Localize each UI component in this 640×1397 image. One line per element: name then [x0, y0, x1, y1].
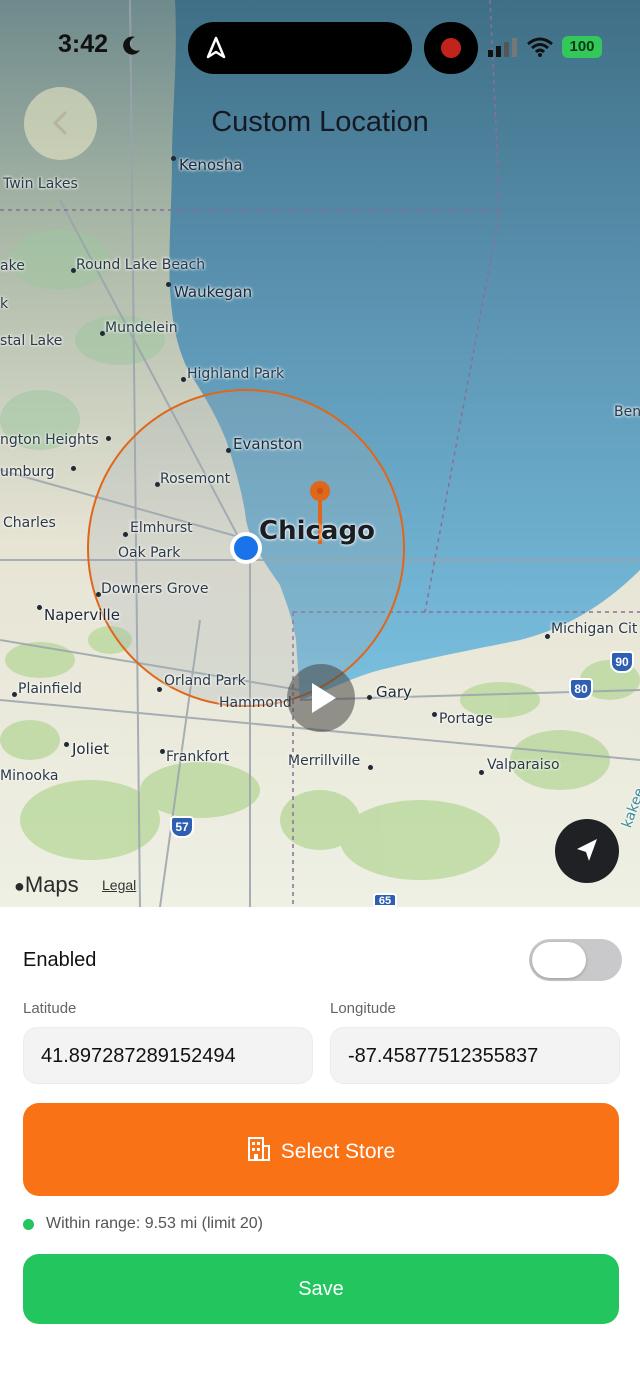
longitude-value: -87.45877512355837: [348, 1045, 539, 1067]
enabled-label: Enabled: [23, 949, 97, 971]
map-label-crystal-lake: stal Lake: [0, 333, 63, 349]
map-label-frankfort: Frankfort: [166, 749, 230, 765]
map-label-valparaiso: Valparaiso: [487, 757, 560, 773]
screen-recording-indicator: [424, 22, 478, 74]
save-button[interactable]: Save: [23, 1254, 619, 1324]
map-label-mundelein: Mundelein: [105, 320, 178, 336]
map-label-rosemont: Rosemont: [160, 471, 231, 487]
map-label-highland-park: Highland Park: [187, 366, 285, 382]
map-label-hammond: Hammond: [219, 695, 292, 711]
city-dot: [106, 436, 111, 441]
highway-shield-57: 57: [170, 816, 194, 838]
legal-link[interactable]: Legal: [102, 877, 136, 893]
map-label-lake: ake: [0, 258, 25, 274]
highway-shield-65: 65: [373, 893, 397, 907]
map-label-evanston: Evanston: [233, 435, 303, 453]
map-label-benton: Ben: [614, 404, 640, 420]
map-label-plainfield: Plainfield: [18, 681, 82, 697]
battery-indicator: 100: [562, 36, 602, 58]
building-icon: [247, 1137, 270, 1161]
range-status-text: Within range: 9.53 mi (limit 20): [46, 1215, 263, 1232]
map-label-k: k: [0, 296, 9, 312]
city-dot: [368, 765, 373, 770]
latitude-label: Latitude: [23, 1000, 77, 1017]
wifi-icon: [527, 37, 553, 57]
maps-logo-text: Maps: [24, 872, 79, 897]
map-label-chicago: Chicago: [259, 516, 375, 546]
city-dot: [166, 282, 171, 287]
city-dot: [226, 448, 231, 453]
latitude-value: 41.897287289152494: [41, 1045, 236, 1067]
map-label-kenosha: Kenosha: [179, 156, 243, 174]
select-store-button[interactable]: Select Store: [23, 1103, 619, 1196]
city-dot: [37, 605, 42, 610]
map-label-michigan-city: Michigan Cit: [551, 621, 638, 637]
city-dot: [12, 692, 17, 697]
city-dot: [160, 749, 165, 754]
navigation-arrow-icon: [577, 839, 597, 861]
city-dot: [171, 156, 176, 161]
cellular-signal-icon: [488, 38, 517, 57]
city-dot: [157, 687, 162, 692]
recording-dot-icon: [441, 38, 461, 58]
map-label-merrillville: Merrillville: [288, 753, 361, 769]
map-label-schaumburg: umburg: [0, 464, 55, 480]
city-dot: [64, 742, 69, 747]
highway-shield-80: 80: [569, 678, 593, 700]
play-button[interactable]: [287, 664, 355, 732]
moon-icon: [123, 36, 140, 55]
map-label-naperville: Naperville: [44, 606, 120, 624]
play-icon: [312, 683, 336, 713]
map-label-gary: Gary: [376, 683, 412, 701]
map-label-oak-park: Oak Park: [118, 545, 181, 561]
latitude-field[interactable]: 41.897287289152494: [23, 1027, 313, 1084]
city-dot: [545, 634, 550, 639]
city-dot: [71, 466, 76, 471]
recenter-location-button[interactable]: [555, 819, 619, 883]
save-label: Save: [298, 1278, 344, 1300]
apple-icon: ●: [14, 876, 25, 896]
page-title: Custom Location: [211, 106, 429, 138]
toggle-knob: [532, 942, 586, 978]
longitude-field[interactable]: -87.45877512355837: [330, 1027, 620, 1084]
map-label-round-lake-beach: Round Lake Beach: [76, 257, 206, 273]
map-label-minooka: Minooka: [0, 768, 59, 784]
map-label-orland-park: Orland Park: [164, 673, 246, 689]
map-label-downers-grove: Downers Grove: [101, 581, 209, 597]
range-status-dot: [23, 1219, 34, 1230]
city-dot: [123, 532, 128, 537]
dynamic-island: [188, 22, 412, 74]
city-dot: [367, 695, 372, 700]
map-label-joliet: Joliet: [72, 740, 110, 758]
apple-maps-logo: ●Maps: [14, 872, 79, 898]
map-label-portage: Portage: [439, 711, 493, 727]
city-dot: [432, 712, 437, 717]
location-arrow-icon: [206, 36, 226, 59]
city-dot: [479, 770, 484, 775]
status-time: 3:42: [58, 30, 109, 58]
select-store-label: Select Store: [280, 1140, 396, 1163]
highway-shield-90: 90: [610, 651, 634, 673]
map-label-st-charles: Charles: [3, 515, 56, 531]
longitude-label: Longitude: [330, 1000, 396, 1017]
map-label-elmhurst: Elmhurst: [130, 520, 193, 536]
map-label-twin-lakes: Twin Lakes: [3, 176, 78, 192]
map-label-arlington-heights: ngton Heights: [0, 432, 99, 448]
map-label-waukegan: Waukegan: [174, 283, 253, 301]
enabled-toggle[interactable]: [529, 939, 622, 981]
city-dot: [181, 377, 186, 382]
